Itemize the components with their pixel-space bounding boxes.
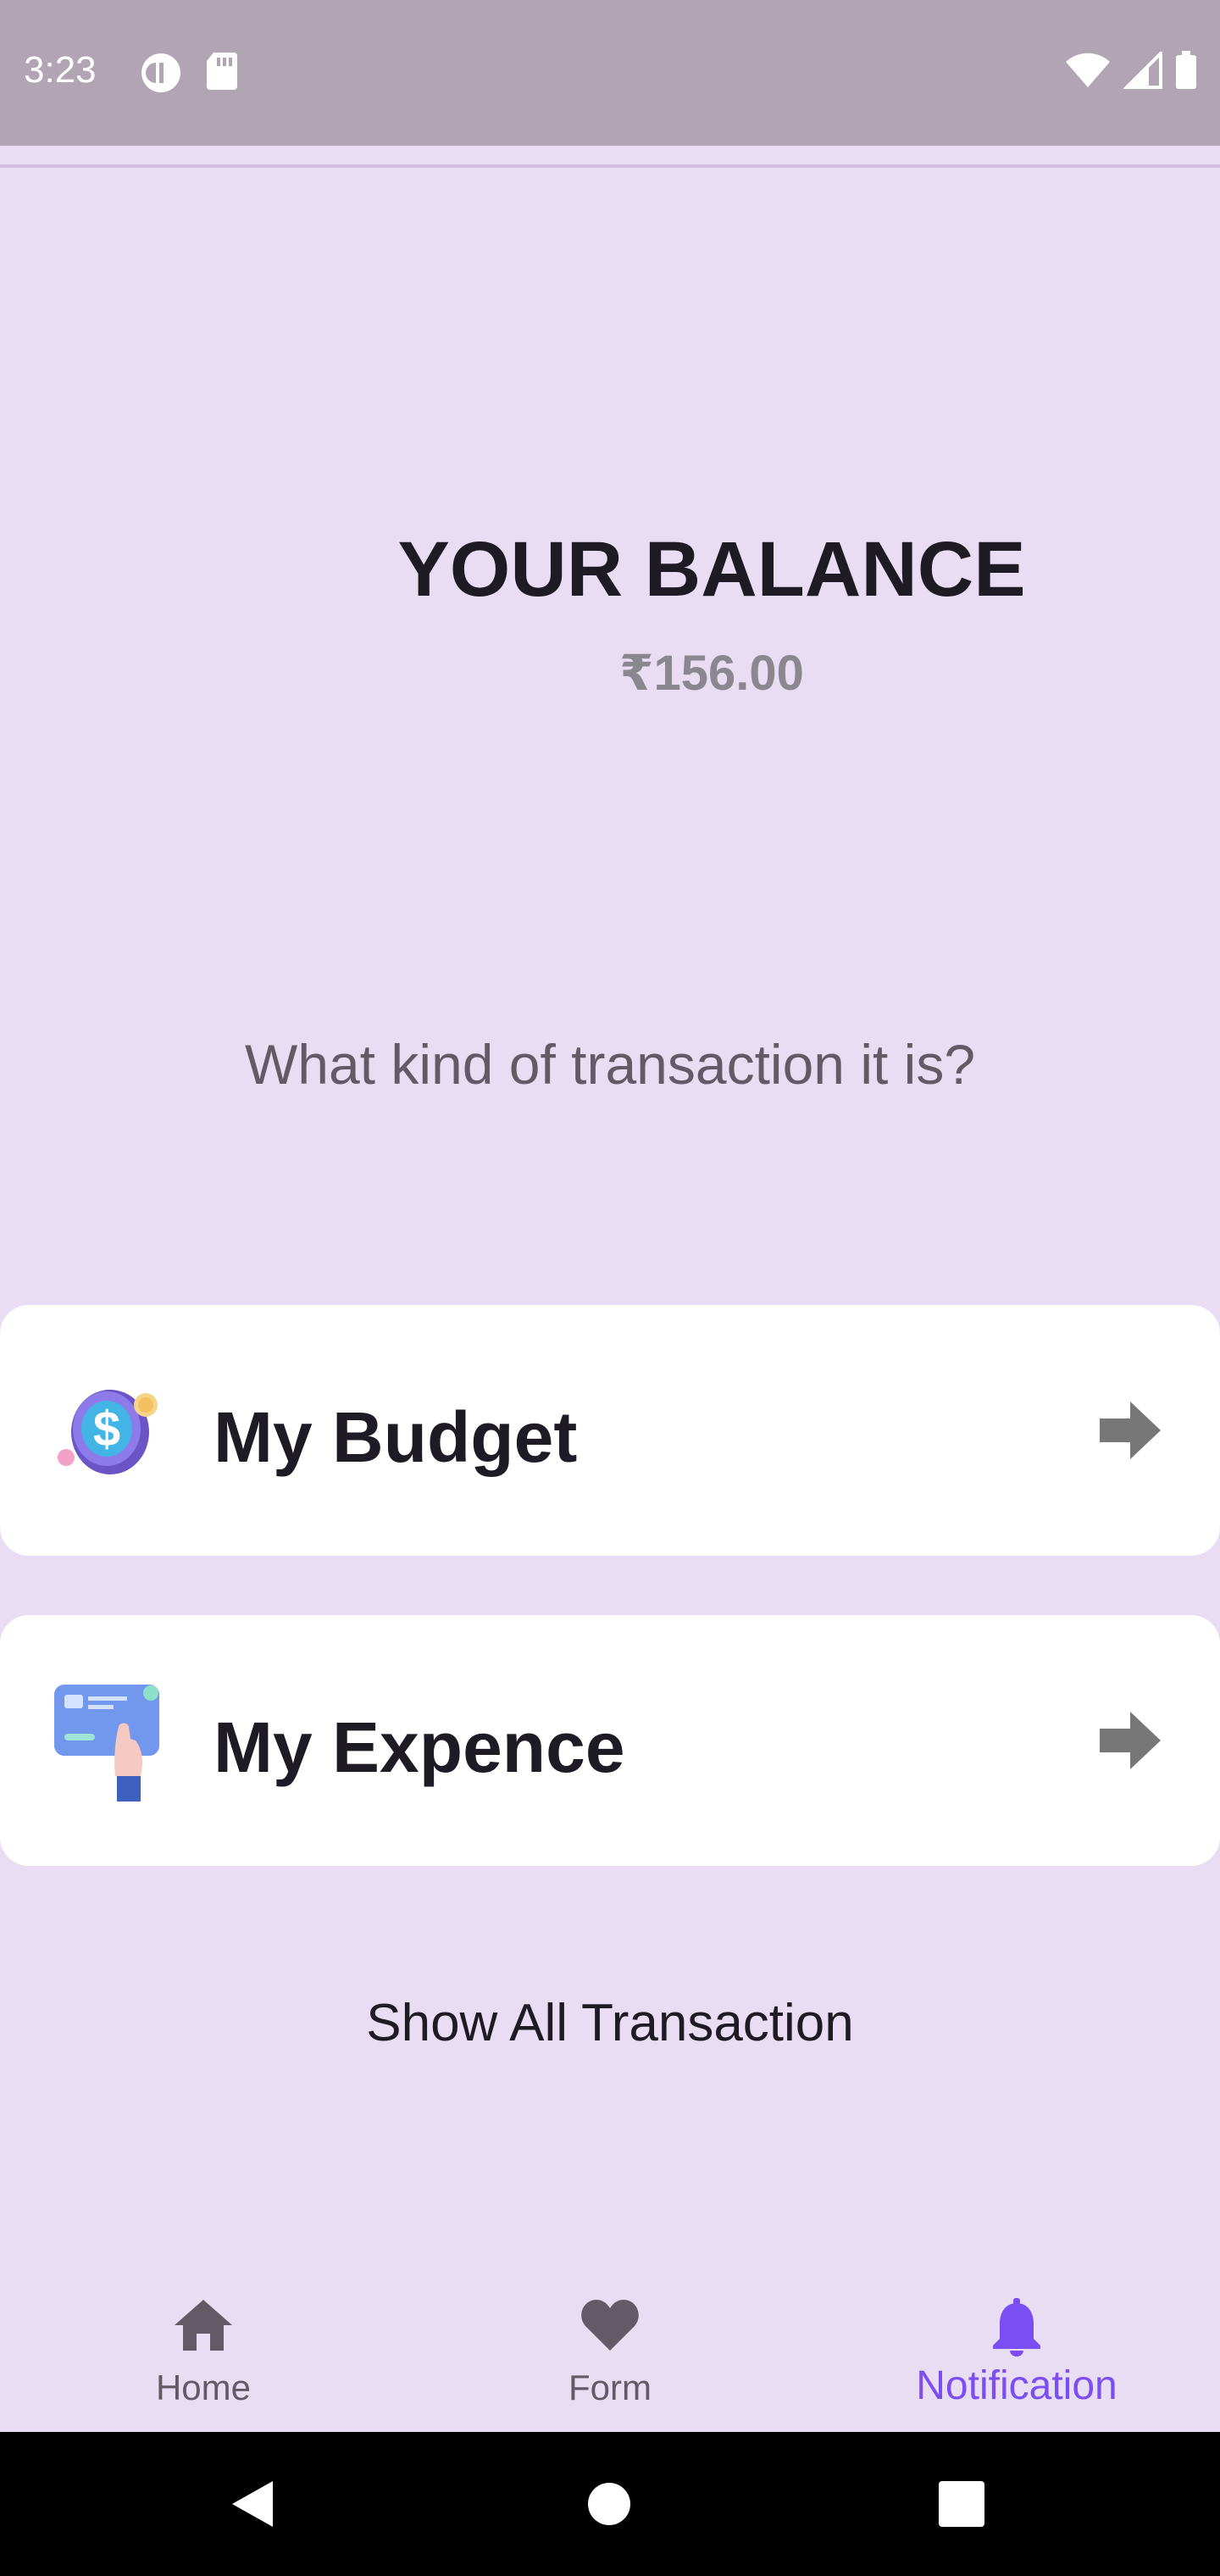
- home-icon: [175, 2300, 232, 2351]
- sd-card-icon: [207, 53, 237, 90]
- signal-icon: [1123, 52, 1162, 89]
- money-coin-icon: $: [58, 1390, 158, 1474]
- my-budget-card[interactable]: $ My Budget: [0, 1305, 1220, 1556]
- nav-label-notification: Notification: [916, 2363, 1117, 2408]
- transaction-question: What kind of transaction it is?: [244, 1033, 976, 1096]
- arrow-right-icon[interactable]: [1096, 1398, 1162, 1463]
- top-divider: [0, 164, 1220, 168]
- status-left-icons: [139, 51, 239, 95]
- bottom-nav: Home Form Notification: [0, 2251, 1220, 2432]
- nav-label-home: Home: [155, 2368, 252, 2407]
- recents-icon[interactable]: [939, 2481, 984, 2527]
- system-navigation-bar: [0, 2432, 1220, 2576]
- battery-icon: [1176, 51, 1196, 89]
- status-bar: 3:23: [0, 0, 1220, 146]
- wifi-icon: [1066, 53, 1110, 87]
- arrow-right-icon[interactable]: [1096, 1708, 1162, 1773]
- balance-title: YOUR BALANCE: [397, 526, 1026, 613]
- balance-amount: ₹156.00: [619, 646, 804, 701]
- nav-item-home[interactable]: Home: [0, 2251, 407, 2432]
- home-circle-icon[interactable]: [586, 2481, 632, 2527]
- show-all-transaction-button[interactable]: Show All Transaction: [0, 1993, 1220, 2053]
- svg-text:$: $: [93, 1402, 120, 1457]
- my-expense-label: My Expence: [214, 1707, 625, 1787]
- nav-item-form[interactable]: Form: [407, 2251, 813, 2432]
- credit-card-hand-icon: [54, 1685, 159, 1802]
- status-right-icons: [1064, 51, 1198, 90]
- my-budget-label: My Budget: [214, 1397, 578, 1477]
- nav-item-notification[interactable]: Notification: [813, 2251, 1220, 2432]
- status-time: 3:23: [24, 49, 97, 91]
- heart-icon: [581, 2300, 639, 2351]
- app-notification-icon: [141, 53, 180, 92]
- bell-icon: [993, 2298, 1040, 2357]
- my-expense-card[interactable]: My Expence: [0, 1615, 1220, 1866]
- back-icon[interactable]: [230, 2479, 274, 2529]
- nav-label-form: Form: [568, 2368, 652, 2407]
